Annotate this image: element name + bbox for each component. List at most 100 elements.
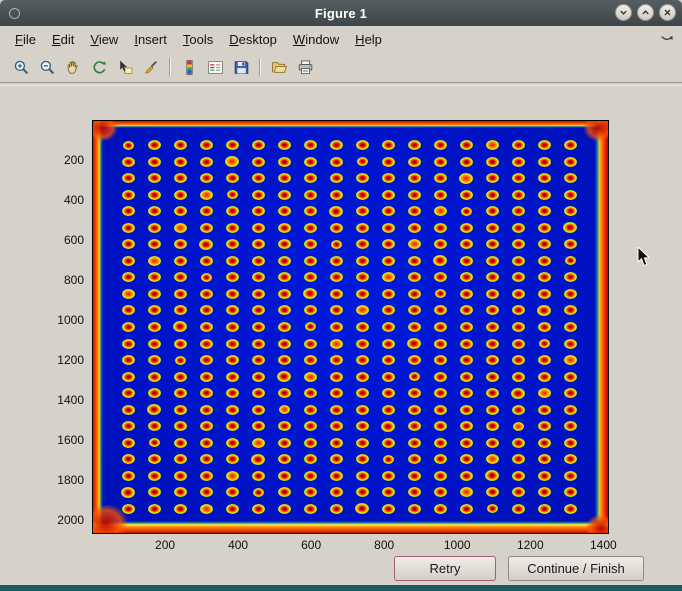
heat-spot <box>538 355 551 365</box>
heat-spot <box>148 206 161 216</box>
menu-item-insert[interactable]: Insert <box>127 29 174 50</box>
heat-spot <box>434 206 447 216</box>
rotate-3d-button[interactable] <box>87 55 111 79</box>
heat-spot <box>460 454 473 464</box>
heat-spot <box>304 305 317 315</box>
heat-spot <box>564 190 577 200</box>
zoom-out-button[interactable] <box>35 55 59 79</box>
close-button[interactable] <box>659 4 676 21</box>
heat-spot <box>408 272 421 282</box>
menubar-overflow-icon[interactable] <box>660 32 674 46</box>
menu-item-tools[interactable]: Tools <box>176 29 220 50</box>
heat-spot <box>564 140 577 150</box>
menu-item-edit[interactable]: Edit <box>45 29 81 50</box>
heat-spot <box>433 255 447 266</box>
heat-spot <box>434 305 447 315</box>
brush-button[interactable] <box>139 55 163 79</box>
heat-spot <box>460 190 473 200</box>
heat-spot <box>330 454 343 464</box>
retry-button[interactable]: Retry <box>394 556 496 581</box>
colorbar-icon <box>181 59 198 76</box>
heat-spot <box>434 140 447 150</box>
menu-item-help[interactable]: Help <box>348 29 389 50</box>
heat-spot <box>330 223 343 233</box>
continue-finish-button[interactable]: Continue / Finish <box>508 556 644 581</box>
heat-spot <box>408 454 421 464</box>
heat-spot <box>537 305 551 316</box>
heat-spot <box>356 173 369 183</box>
pan-button[interactable] <box>61 55 85 79</box>
heat-spot <box>356 206 369 216</box>
heat-spot <box>538 438 551 448</box>
heat-spot <box>486 454 499 464</box>
titlebar[interactable]: Figure 1 <box>0 0 682 26</box>
heat-spot <box>226 305 239 315</box>
heat-spot <box>538 206 551 216</box>
heat-spot <box>538 388 551 398</box>
heat-spot <box>460 355 473 365</box>
heat-spot <box>538 173 551 183</box>
plot-axes[interactable] <box>92 120 609 534</box>
open-button[interactable] <box>267 55 291 79</box>
y-tick-label: 400 <box>36 193 84 207</box>
heat-spot <box>487 504 498 513</box>
heat-spot <box>226 372 239 382</box>
heat-spot <box>277 371 291 382</box>
y-tick-label: 1000 <box>36 313 84 327</box>
heat-spot <box>382 471 395 481</box>
heat-spot <box>486 173 499 183</box>
heat-spot <box>278 388 291 398</box>
menu-item-view[interactable]: View <box>83 29 125 50</box>
heat-spot <box>252 272 265 282</box>
minimize-button[interactable] <box>615 4 632 21</box>
heat-spot <box>200 322 213 332</box>
heat-spot <box>330 372 343 382</box>
heat-spot <box>226 438 239 448</box>
heat-spot <box>382 173 395 183</box>
heat-spot <box>278 322 291 332</box>
heat-spot <box>538 190 551 200</box>
zoom-in-button[interactable] <box>9 55 33 79</box>
heat-spot <box>200 140 213 150</box>
x-tick-label: 1000 <box>437 538 477 552</box>
heat-spot <box>538 504 551 514</box>
heat-spot <box>330 256 343 266</box>
save-button[interactable] <box>229 55 253 79</box>
menu-item-file[interactable]: File <box>8 29 43 50</box>
heat-spot <box>330 305 343 315</box>
heat-spot <box>278 487 291 497</box>
menu-item-window[interactable]: Window <box>286 29 346 50</box>
colorbar-button[interactable] <box>177 55 201 79</box>
heat-spot <box>460 421 473 431</box>
heat-spot <box>226 140 239 150</box>
heat-spot <box>278 421 291 431</box>
heat-spot <box>408 355 421 365</box>
heat-spot <box>409 372 420 381</box>
heat-spot <box>408 405 421 415</box>
legend-button[interactable] <box>203 55 227 79</box>
heat-spot <box>304 471 317 481</box>
menu-item-desktop[interactable]: Desktop <box>222 29 284 50</box>
window-menu-icon[interactable] <box>9 8 20 19</box>
heat-spot <box>512 405 525 415</box>
heat-spot <box>304 454 317 464</box>
heat-spot <box>538 405 551 415</box>
heat-spot <box>175 356 186 365</box>
heat-spot <box>434 339 447 349</box>
heat-spot <box>434 322 447 332</box>
print-button[interactable] <box>293 55 317 79</box>
menubar: FileEditViewInsertToolsDesktopWindowHelp <box>0 26 682 52</box>
data-cursor-button[interactable] <box>113 55 137 79</box>
heat-spot <box>486 355 499 365</box>
heat-spot <box>122 355 135 365</box>
heat-spot <box>460 372 473 382</box>
heat-spot <box>460 140 473 150</box>
heat-spot <box>460 256 473 266</box>
heat-spot <box>122 372 135 382</box>
heat-spot <box>434 487 447 497</box>
legend-icon <box>207 59 224 76</box>
maximize-button[interactable] <box>637 4 654 21</box>
rotate-3d-icon <box>91 59 108 76</box>
plate-edge-right <box>595 121 608 533</box>
heat-spot <box>486 305 499 315</box>
